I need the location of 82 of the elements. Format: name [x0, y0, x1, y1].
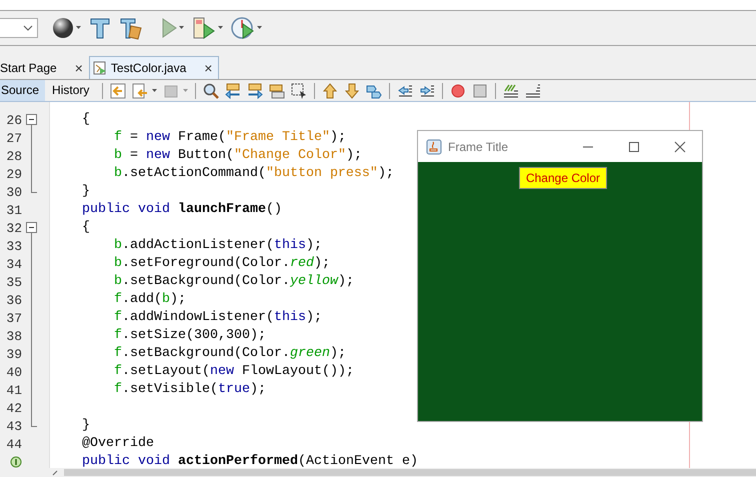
- line-number: 44: [6, 436, 22, 452]
- tab-label: Start Page: [0, 61, 57, 75]
- shift-right-icon[interactable]: [419, 82, 436, 98]
- line-number: 33: [6, 238, 22, 254]
- line-number: 41: [6, 382, 22, 398]
- line-number: 43: [6, 418, 22, 434]
- line-number: 29: [6, 166, 22, 182]
- fold-icon[interactable]: [26, 219, 37, 237]
- uncomment-icon[interactable]: [525, 82, 542, 98]
- code-line: b.setBackground(Color.yellow);: [112, 273, 354, 291]
- close-icon[interactable]: ×: [204, 60, 212, 76]
- fold-end: [31, 183, 37, 193]
- java-file-icon: [92, 61, 107, 75]
- code-line: public void launchFrame(): [80, 201, 282, 219]
- code-line: public void actionPerformed(ActionEvent e): [80, 453, 418, 471]
- maximize-icon[interactable]: [628, 140, 640, 152]
- caret-icon: [23, 25, 33, 31]
- code-line: f = new Frame("Frame Title");: [112, 129, 346, 147]
- code-line: b.addActionListener(this);: [112, 237, 322, 255]
- java-cup-icon: [426, 138, 442, 154]
- line-number: 40: [6, 364, 22, 380]
- line-number: 28: [6, 148, 22, 164]
- code-line: f.setSize(300,300);: [112, 327, 266, 345]
- code-line: f.setLayout(new FlowLayout());: [112, 363, 354, 381]
- globe-icon[interactable]: [52, 17, 74, 39]
- caret-icon[interactable]: [179, 26, 184, 30]
- tab-label: TestColor.java: [110, 61, 186, 75]
- code-line: {: [80, 111, 90, 129]
- line-number: 34: [6, 256, 22, 272]
- left-arrow-icon[interactable]: [225, 82, 242, 98]
- line-number: 39: [6, 346, 22, 362]
- code-line: f.setVisible(true);: [112, 381, 266, 399]
- code-line: }: [80, 183, 90, 201]
- search-icon[interactable]: [203, 82, 220, 98]
- editor-tab[interactable]: TestColor.java ×: [88, 56, 220, 79]
- line-number: 27: [6, 130, 22, 146]
- code-line: {: [80, 219, 90, 237]
- profile-icon[interactable]: [231, 16, 255, 40]
- highlight-icon[interactable]: [269, 82, 286, 98]
- comment-icon[interactable]: [503, 82, 520, 98]
- code-line: f.add(b);: [112, 291, 186, 309]
- view-tab[interactable]: Source: [0, 80, 46, 101]
- code-line: f.setBackground(Color.green);: [112, 345, 346, 363]
- stop-icon[interactable]: [472, 82, 488, 98]
- right-arrow-icon[interactable]: [247, 82, 264, 98]
- change-color-button[interactable]: Change Color: [518, 167, 608, 189]
- line-number: 38: [6, 328, 22, 344]
- view-tab[interactable]: History: [51, 80, 96, 101]
- line-number: 32: [6, 220, 22, 236]
- scrollbar-thumb[interactable]: [64, 469, 756, 476]
- caret-icon[interactable]: [257, 26, 262, 30]
- record-icon[interactable]: [450, 82, 466, 98]
- code-line: @Override: [80, 435, 154, 453]
- code-line: b.setForeground(Color.red);: [112, 255, 330, 273]
- line-number: 42: [6, 400, 22, 416]
- back-icon[interactable]: [110, 82, 126, 98]
- debug-icon[interactable]: [192, 16, 216, 40]
- caret-icon[interactable]: [76, 26, 81, 30]
- code-line: b = new Button("Change Color");: [112, 147, 362, 165]
- line-number: 37: [6, 310, 22, 326]
- code-line: b.setActionCommand("button press");: [112, 165, 394, 183]
- line-number: 36: [6, 292, 22, 308]
- code-line: }: [80, 417, 90, 435]
- fold-end: [31, 417, 37, 427]
- line-number: 31: [6, 202, 22, 218]
- document-arrow-icon[interactable]: [132, 82, 148, 98]
- caret-icon[interactable]: [152, 88, 158, 92]
- caret-icon[interactable]: [218, 26, 223, 30]
- selection-icon[interactable]: [291, 82, 308, 98]
- shift-left-icon[interactable]: [397, 82, 414, 98]
- close-icon[interactable]: [674, 140, 686, 152]
- window-title: Frame Title: [448, 140, 510, 154]
- editor-tab[interactable]: Start Page ×: [0, 57, 89, 79]
- up-arrow-icon[interactable]: [322, 82, 338, 98]
- down-arrow-icon[interactable]: [344, 82, 360, 98]
- line-number: 30: [6, 184, 22, 200]
- line-number: 35: [6, 274, 22, 290]
- line-number: 26: [6, 112, 22, 128]
- close-icon[interactable]: ×: [74, 60, 83, 76]
- fold-icon[interactable]: [26, 111, 37, 129]
- shapes-icon[interactable]: [366, 82, 382, 98]
- code-line: f.addWindowListener(this);: [112, 309, 322, 327]
